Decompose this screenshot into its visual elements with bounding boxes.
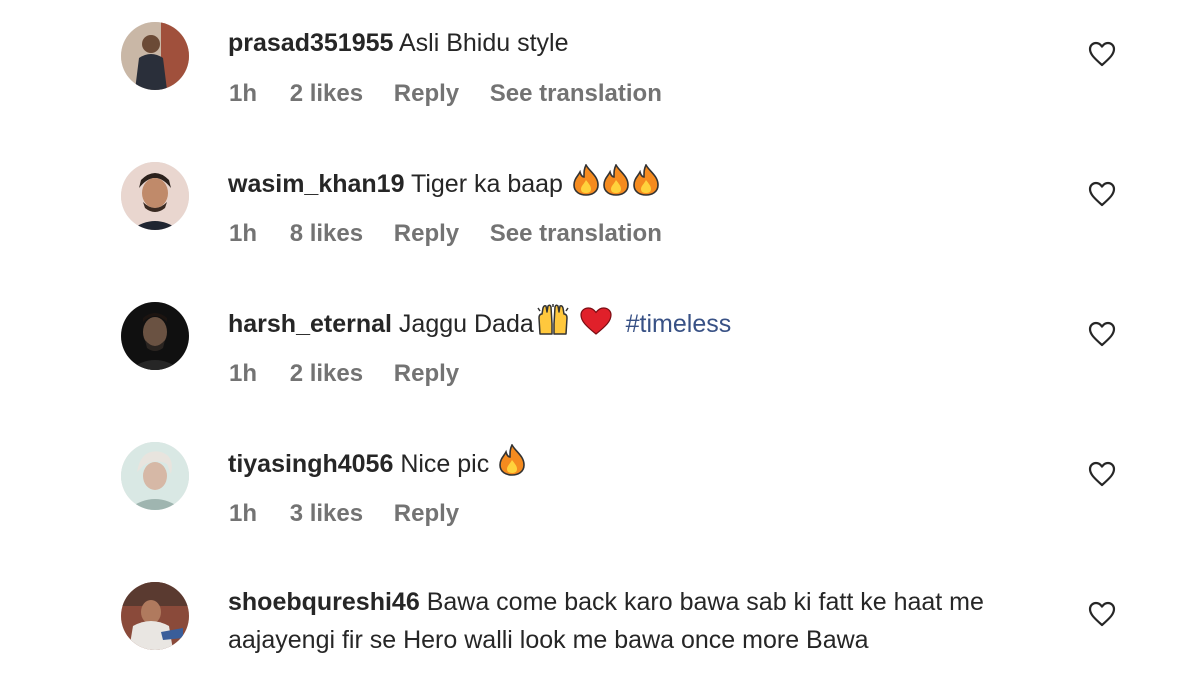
comment-time[interactable]: 1h	[229, 360, 257, 387]
comment-time[interactable]: 1h	[229, 80, 257, 107]
comment-text: wasim_khan19 Tiger ka baap	[228, 164, 1078, 203]
hashtag-link[interactable]: #timeless	[626, 310, 732, 338]
heart-icon[interactable]	[1088, 461, 1116, 487]
comment-meta: 1h 8 likes Reply See translation	[229, 220, 686, 248]
heart-icon[interactable]	[1088, 321, 1116, 347]
comment-likes[interactable]: 2 likes	[290, 80, 363, 107]
heart-icon[interactable]	[1088, 601, 1116, 627]
comments-list: prasad351955 Asli Bhidu style 1h 2 likes…	[0, 0, 1200, 675]
comment-meta: 1h 2 likes Reply	[229, 360, 483, 388]
fire-emoji-icon	[603, 164, 629, 196]
emoji-group	[570, 164, 660, 198]
comment-username[interactable]: wasim_khan19	[228, 170, 405, 198]
heart-icon[interactable]	[1088, 41, 1116, 67]
comment-likes[interactable]: 8 likes	[290, 220, 363, 247]
comment-text: prasad351955 Asli Bhidu style	[228, 24, 1078, 62]
avatar[interactable]	[121, 582, 189, 650]
avatar[interactable]	[121, 162, 189, 230]
comment-time[interactable]: 1h	[229, 220, 257, 247]
red-heart-emoji-icon	[580, 307, 612, 335]
reply-button[interactable]: Reply	[394, 80, 459, 107]
comment-text: harsh_eternal Jaggu Dada #timeless	[228, 304, 1078, 343]
comment-time[interactable]: 1h	[229, 500, 257, 527]
comment-message: Tiger ka baap	[411, 170, 563, 198]
fire-emoji-icon	[499, 444, 525, 476]
fire-emoji-icon	[633, 164, 659, 196]
reply-button[interactable]: Reply	[394, 500, 459, 527]
comment-meta: 1h 3 likes Reply	[229, 500, 483, 528]
comment-message: Asli Bhidu style	[398, 29, 569, 57]
comment-text: tiyasingh4056 Nice pic	[228, 444, 1078, 483]
comment-meta: 1h 2 likes Reply See translation	[229, 80, 686, 108]
heart-icon[interactable]	[1088, 181, 1116, 207]
fire-emoji-icon	[573, 164, 599, 196]
comment-username[interactable]: shoebqureshi46	[228, 588, 420, 616]
comment-username[interactable]: prasad351955	[228, 29, 393, 57]
avatar[interactable]	[121, 442, 189, 510]
comment-username[interactable]: harsh_eternal	[228, 310, 392, 338]
comment-username[interactable]: tiyasingh4056	[228, 450, 393, 478]
see-translation-button[interactable]: See translation	[490, 220, 662, 247]
avatar[interactable]	[121, 302, 189, 370]
comment-message: Nice pic	[400, 450, 490, 478]
see-translation-button[interactable]: See translation	[490, 80, 662, 107]
emoji-group	[534, 304, 613, 338]
comment-likes[interactable]: 2 likes	[290, 360, 363, 387]
comment-message: Jaggu Dada	[398, 310, 534, 338]
reply-button[interactable]: Reply	[394, 360, 459, 387]
raising-hands-emoji-icon	[537, 304, 569, 335]
comment-text: shoebqureshi46 Bawa come back karo bawa …	[228, 583, 1078, 659]
reply-button[interactable]: Reply	[394, 220, 459, 247]
avatar[interactable]	[121, 22, 189, 90]
comment-likes[interactable]: 3 likes	[290, 500, 363, 527]
